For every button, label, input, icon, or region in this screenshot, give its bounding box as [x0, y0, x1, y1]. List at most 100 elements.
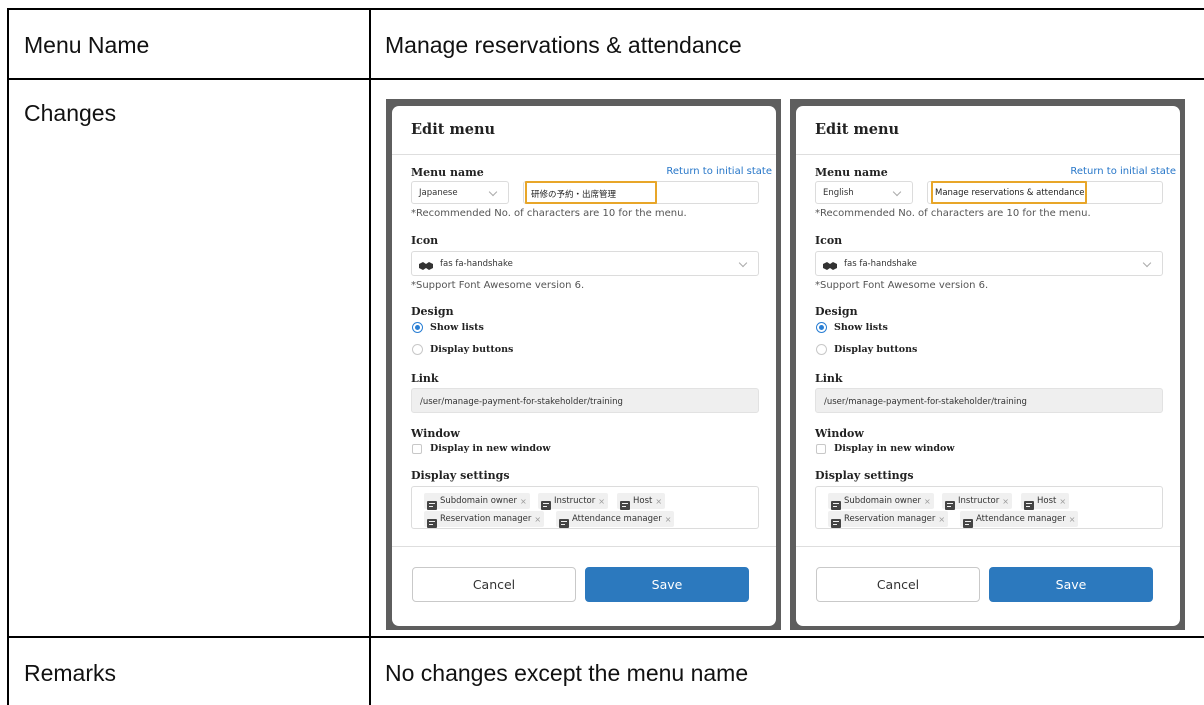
language-select-value: Japanese: [419, 188, 458, 198]
tag-remove-icon[interactable]: ×: [655, 497, 662, 506]
return-to-initial-state-link[interactable]: Return to initial state: [1070, 166, 1176, 177]
tag-remove-icon[interactable]: ×: [520, 497, 527, 506]
menu-name-note: *Recommended No. of characters are 10 fo…: [411, 208, 687, 219]
icon-select[interactable]: fas fa-handshake: [411, 251, 759, 276]
remarks-label: Remarks: [24, 660, 117, 686]
tag-remove-icon[interactable]: ×: [938, 515, 945, 524]
sitemap-icon: [427, 497, 437, 510]
display-settings-tags[interactable]: Subdomain owner × Instructor × Host × Reservat…: [411, 486, 759, 529]
dialog-footer-divider: [392, 546, 776, 547]
chalkboard-teacher-icon: [541, 497, 551, 510]
table-border-top: [7, 8, 1204, 10]
role-tag: Subdomain owner ×: [424, 493, 530, 510]
link-input[interactable]: /user/manage-payment-for-stakeholder/tra…: [815, 388, 1163, 413]
role-tag: Host ×: [1021, 493, 1070, 510]
new-window-option: Display in new window: [430, 443, 551, 454]
chalkboard-teacher-icon: [945, 497, 955, 510]
icon-note: *Support Font Awesome version 6.: [411, 280, 585, 291]
role-tag: Attendance manager ×: [960, 511, 1079, 528]
icon-select-value: fas fa-handshake: [844, 259, 917, 269]
handshake-icon: [823, 258, 837, 270]
chevron-down-icon: [488, 187, 498, 197]
tag-remove-icon[interactable]: ×: [1069, 515, 1076, 524]
cancel-button[interactable]: Cancel: [412, 567, 576, 602]
show-lists-option: Show lists: [834, 322, 888, 333]
tag-remove-icon[interactable]: ×: [924, 497, 931, 506]
design-label: Design: [411, 305, 454, 318]
role-tag-label: Instructor: [958, 496, 1000, 506]
role-tag: Host ×: [617, 493, 666, 510]
remarks-value: No changes except the menu name: [385, 660, 749, 686]
dialog-title: Edit menu: [815, 121, 900, 138]
table-row-divider-2: [7, 636, 1204, 638]
show-lists-radio[interactable]: [412, 322, 423, 333]
display-settings-tags[interactable]: Subdomain owner × Instructor × Host × Reservat…: [815, 486, 1163, 529]
tag-remove-icon[interactable]: ×: [1059, 497, 1066, 506]
dialog-title: Edit menu: [411, 121, 496, 138]
language-select[interactable]: English: [815, 181, 913, 204]
role-tag-label: Reservation manager: [440, 514, 532, 524]
icon-label: Icon: [815, 234, 843, 247]
role-tag-label: Host: [633, 496, 653, 506]
window-label: Window: [411, 427, 460, 440]
new-window-checkbox[interactable]: [412, 444, 422, 454]
role-tag-label: Subdomain owner: [440, 496, 517, 506]
design-label: Design: [815, 305, 858, 318]
highlight-box: [931, 181, 1087, 204]
highlight-box: [525, 181, 657, 204]
table-column-divider: [369, 8, 371, 705]
tag-remove-icon[interactable]: ×: [1002, 497, 1009, 506]
tag-remove-icon[interactable]: ×: [534, 515, 541, 524]
table-border-left: [7, 8, 9, 705]
user-icon: [1024, 497, 1034, 510]
role-tag: Attendance manager ×: [556, 511, 675, 528]
role-tag-label: Attendance manager: [572, 514, 662, 524]
role-tag: Subdomain owner ×: [828, 493, 934, 510]
role-tag-label: Host: [1037, 496, 1057, 506]
icon-note: *Support Font Awesome version 6.: [815, 280, 989, 291]
dialog-header-divider: [796, 154, 1180, 155]
tag-remove-icon[interactable]: ×: [665, 515, 672, 524]
screenshot-english-settings: Edit menu Menu name Return to initial stat…: [790, 99, 1185, 630]
link-input[interactable]: /user/manage-payment-for-stakeholder/tra…: [411, 388, 759, 413]
calendar-users-icon: [831, 515, 841, 528]
role-tag-label: Instructor: [554, 496, 596, 506]
role-tag: Reservation manager ×: [828, 511, 949, 528]
tag-remove-icon[interactable]: ×: [598, 497, 605, 506]
language-select[interactable]: Japanese: [411, 181, 509, 204]
calendar-users-icon: [427, 515, 437, 528]
user-icon: [620, 497, 630, 510]
changes-label: Changes: [24, 100, 117, 126]
sitemap-icon: [831, 497, 841, 510]
icon-select[interactable]: fas fa-handshake: [815, 251, 1163, 276]
display-settings-label: Display settings: [815, 469, 914, 482]
display-settings-label: Display settings: [411, 469, 510, 482]
chevron-down-icon: [738, 258, 748, 268]
calendar-users-icon: [963, 515, 973, 528]
show-lists-radio[interactable]: [816, 322, 827, 333]
menu-name-label: Menu Name: [24, 32, 150, 58]
chevron-down-icon: [892, 187, 902, 197]
new-window-option: Display in new window: [834, 443, 955, 454]
edit-menu-dialog: Edit menu Menu name Return to initial stat…: [392, 106, 776, 626]
menu-name-note: *Recommended No. of characters are 10 fo…: [815, 208, 1091, 219]
link-input-value: /user/manage-payment-for-stakeholder/tra…: [824, 397, 1027, 407]
role-tag-label: Reservation manager: [844, 514, 936, 524]
language-select-value: English: [823, 188, 854, 198]
calendar-users-icon: [559, 515, 569, 528]
handshake-icon: [419, 258, 433, 270]
display-buttons-radio[interactable]: [412, 344, 423, 355]
return-to-initial-state-link[interactable]: Return to initial state: [666, 166, 772, 177]
table-row-divider-1: [7, 78, 1204, 80]
link-input-value: /user/manage-payment-for-stakeholder/tra…: [420, 397, 623, 407]
save-button[interactable]: Save: [989, 567, 1153, 602]
new-window-checkbox[interactable]: [816, 444, 826, 454]
chevron-down-icon: [1142, 258, 1152, 268]
save-button[interactable]: Save: [585, 567, 749, 602]
display-buttons-radio[interactable]: [816, 344, 827, 355]
cancel-button[interactable]: Cancel: [816, 567, 980, 602]
menu-name-value: Manage reservations & attendance: [385, 32, 742, 58]
role-tag-label: Attendance manager: [976, 514, 1066, 524]
link-label: Link: [411, 372, 439, 385]
icon-label: Icon: [411, 234, 439, 247]
